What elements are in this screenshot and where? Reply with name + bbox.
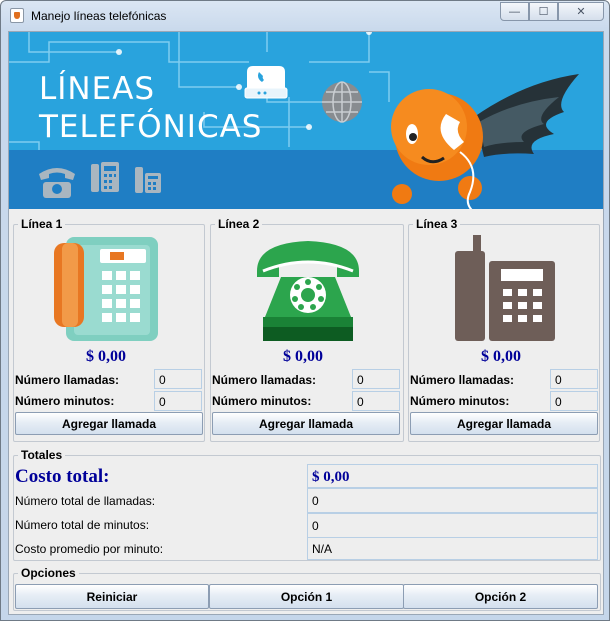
banner-image: LÍNEAS TELEFÓNICAS (9, 32, 603, 209)
line-2-panel: Línea 2 $ 0,00 Número llamadas: 0 Número… (210, 217, 404, 442)
window-title: Manejo líneas telefónicas (31, 9, 167, 23)
line-1-minutes-label: Número minutos: (15, 394, 115, 408)
office-desk-phone-icon (455, 235, 555, 341)
wall-phone-icon (54, 237, 158, 341)
total-cost-label: Costo total: (15, 466, 110, 487)
line-3-title: Línea 3 (413, 217, 461, 231)
line-2-add-call-button[interactable]: Agregar llamada (212, 412, 400, 435)
option-2-button[interactable]: Opción 2 (403, 584, 598, 609)
line-2-cost: $ 0,00 (283, 348, 323, 365)
mascot-phone-icon (391, 74, 579, 209)
minimize-button[interactable]: — (500, 2, 529, 21)
total-cost-value: $ 0,00 (312, 469, 350, 485)
line-3-calls-label: Número llamadas: (410, 373, 515, 387)
banner-title-line1: LÍNEAS (39, 71, 156, 107)
total-minutes-label: Número total de minutos: (15, 518, 150, 532)
globe-icon (322, 81, 362, 123)
java-app-icon (10, 8, 24, 23)
main-panel: LÍNEAS TELEFÓNICAS Línea 1 $ 0,00 Número… (8, 31, 604, 615)
line-3-panel: Línea 3 $ 0,00 Número llamadas: 0 Número… (408, 217, 600, 442)
totals-title: Totales (18, 448, 66, 462)
total-minutes-field[interactable]: 0 (307, 513, 598, 538)
desk-phone-icon (39, 168, 75, 198)
line-1-title: Línea 1 (18, 217, 66, 231)
line-2-calls-label: Número llamadas: (212, 373, 317, 387)
line-1-calls-field[interactable]: 0 (154, 369, 202, 389)
total-calls-field[interactable]: 0 (307, 488, 598, 513)
line-2-minutes-label: Número minutos: (212, 394, 312, 408)
options-title: Opciones (18, 566, 79, 580)
avg-cost-field[interactable]: N/A (307, 537, 598, 560)
line-3-calls-field[interactable]: 0 (550, 369, 598, 389)
maximize-button[interactable]: ☐ (529, 2, 558, 21)
line-3-minutes-label: Número minutos: (410, 394, 510, 408)
close-button[interactable]: ✕ (558, 2, 604, 21)
window-controls: — ☐ ✕ (500, 2, 604, 21)
rotary-phone-icon (257, 241, 359, 341)
total-calls-label: Número total de llamadas: (15, 494, 156, 508)
fax-phone-icon (135, 167, 161, 193)
line-1-add-call-button[interactable]: Agregar llamada (15, 412, 203, 435)
reset-button[interactable]: Reiniciar (15, 584, 209, 609)
app-window: Manejo líneas telefónicas — ☐ ✕ LÍNEAS T… (0, 0, 610, 621)
avg-cost-label: Costo promedio por minuto: (15, 542, 164, 556)
banner-title: LÍNEAS TELEFÓNICAS (39, 70, 262, 146)
banner-title-line2: TELEFÓNICAS (39, 109, 263, 145)
total-cost-field: $ 0,00 (307, 464, 598, 488)
option-1-button[interactable]: Opción 1 (209, 584, 404, 609)
line-1-cost: $ 0,00 (86, 348, 126, 365)
line-2-calls-field[interactable]: 0 (352, 369, 400, 389)
line-3-cost: $ 0,00 (481, 348, 521, 365)
title-bar[interactable]: Manejo líneas telefónicas — ☐ ✕ (1, 1, 609, 31)
line-1-panel: Línea 1 $ 0,00 Número llamadas: 0 Número… (13, 217, 205, 442)
line-3-minutes-field[interactable]: 0 (550, 391, 598, 411)
line-2-minutes-field[interactable]: 0 (352, 391, 400, 411)
office-phone-icon (91, 162, 119, 192)
line-1-calls-label: Número llamadas: (15, 373, 120, 387)
line-1-minutes-field[interactable]: 0 (154, 391, 202, 411)
totals-panel: Totales Costo total: $ 0,00 Número total… (13, 448, 601, 561)
line-2-title: Línea 2 (215, 217, 263, 231)
router-icon (244, 66, 288, 99)
options-panel: Opciones Reiniciar Opción 1 Opción 2 (13, 566, 601, 611)
line-3-add-call-button[interactable]: Agregar llamada (410, 412, 598, 435)
